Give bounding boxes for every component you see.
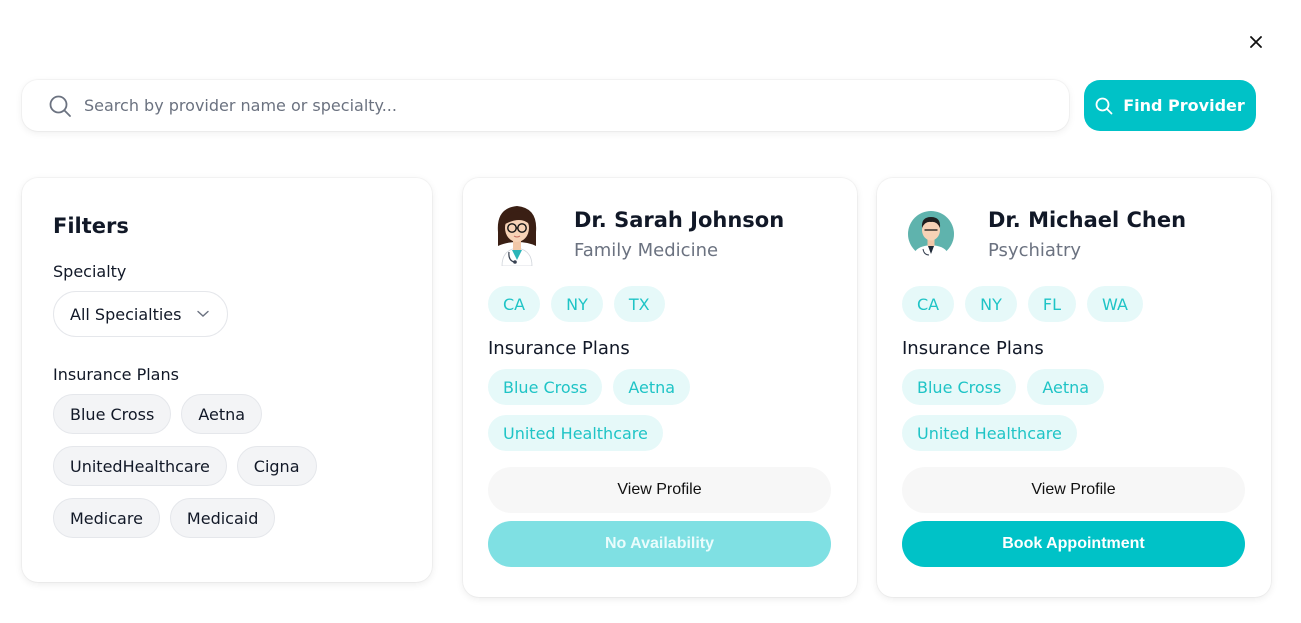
- insurance-tag: Aetna: [1027, 369, 1105, 405]
- state-tag: NY: [551, 286, 603, 322]
- insurance-chip-blue-cross[interactable]: Blue Cross: [53, 394, 172, 434]
- find-provider-label: Find Provider: [1123, 96, 1245, 115]
- insurance-tag: United Healthcare: [902, 415, 1077, 451]
- search-icon: [48, 93, 74, 119]
- insurance-filter-chips: Blue Cross Aetna UnitedHealthcare Cigna …: [53, 394, 363, 538]
- filters-panel: Filters Specialty All Specialties Insura…: [22, 178, 432, 582]
- insurance-label: Insurance Plans: [53, 365, 179, 384]
- provider-name: Dr. Michael Chen: [988, 208, 1187, 232]
- insurance-chip-aetna[interactable]: Aetna: [181, 394, 263, 434]
- close-icon: [1250, 36, 1262, 48]
- insurance-tag: United Healthcare: [488, 415, 663, 451]
- state-tag: FL: [1027, 286, 1076, 322]
- chevron-down-icon: [197, 310, 210, 317]
- provider-card: Dr. Sarah Johnson Family Medicine CA NY …: [463, 178, 857, 597]
- specialty-label: Specialty: [53, 262, 127, 281]
- state-tag: TX: [613, 286, 665, 322]
- view-profile-button[interactable]: View Profile: [488, 467, 831, 513]
- book-appointment-button[interactable]: Book Appointment: [902, 521, 1245, 567]
- no-availability-button: No Availability: [488, 521, 831, 567]
- insurance-tag: Aetna: [613, 369, 691, 405]
- state-tags: CA NY FL WA: [902, 286, 1246, 322]
- close-button[interactable]: [1244, 30, 1268, 54]
- insurance-chip-cigna[interactable]: Cigna: [236, 446, 317, 486]
- insurance-chip-medicaid[interactable]: Medicaid: [169, 498, 276, 538]
- filters-title: Filters: [53, 214, 129, 238]
- specialty-select-value: All Specialties: [70, 304, 182, 324]
- state-tag: WA: [1087, 286, 1143, 322]
- insurance-chip-medicare[interactable]: Medicare: [53, 498, 160, 538]
- search-icon: [1095, 97, 1113, 114]
- specialty-select[interactable]: All Specialties: [53, 291, 229, 337]
- state-tag: CA: [488, 286, 541, 322]
- provider-card: Dr. Michael Chen Psychiatry CA NY FL WA …: [877, 178, 1271, 597]
- search-input[interactable]: [84, 96, 984, 115]
- search-bar: [22, 80, 1069, 131]
- find-provider-button[interactable]: Find Provider: [1084, 80, 1256, 131]
- view-profile-button[interactable]: View Profile: [902, 467, 1245, 513]
- insurance-tags: Blue Cross Aetna United Healthcare: [902, 369, 1246, 451]
- insurance-chip-unitedhealthcare[interactable]: UnitedHealthcare: [53, 446, 227, 486]
- insurance-tag: Blue Cross: [902, 369, 1017, 405]
- avatar: [902, 202, 960, 266]
- provider-specialty: Family Medicine: [574, 240, 719, 261]
- insurance-tag: Blue Cross: [488, 369, 603, 405]
- provider-specialty: Psychiatry: [988, 240, 1082, 261]
- state-tag: CA: [902, 286, 955, 322]
- state-tag: NY: [965, 286, 1017, 322]
- state-tags: CA NY TX: [488, 286, 832, 322]
- insurance-tags: Blue Cross Aetna United Healthcare: [488, 369, 832, 451]
- insurance-plans-title: Insurance Plans: [902, 338, 1044, 359]
- provider-name: Dr. Sarah Johnson: [574, 208, 785, 232]
- avatar: [488, 202, 546, 266]
- insurance-plans-title: Insurance Plans: [488, 338, 630, 359]
